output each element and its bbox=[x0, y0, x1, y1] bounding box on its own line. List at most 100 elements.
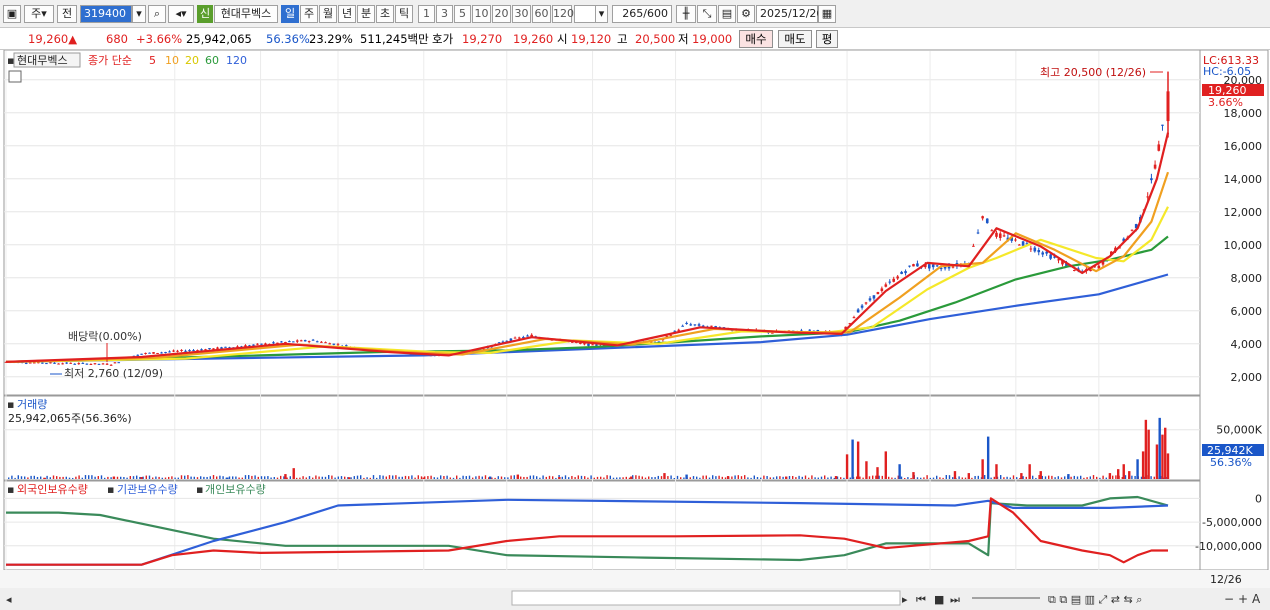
tab-period-5[interactable]: 초 bbox=[376, 5, 394, 23]
candle-body bbox=[200, 349, 203, 351]
interval-dropdown-icon[interactable]: ▾ bbox=[595, 5, 608, 23]
candle-body bbox=[860, 305, 864, 308]
eval-button[interactable]: 평 bbox=[816, 30, 838, 48]
volume-bar-base bbox=[779, 476, 781, 479]
candle-body bbox=[28, 362, 32, 364]
candle-body bbox=[513, 337, 517, 339]
window-icons[interactable]: ⧉ ⧉ ▤ ▥ ⤢ ⇄ ⇆ ⌕ bbox=[1048, 593, 1142, 606]
volume-bar-base bbox=[385, 476, 387, 479]
volume-panel[interactable] bbox=[3, 395, 1201, 481]
calculator-icon[interactable] bbox=[8, 70, 22, 83]
interval-button-0[interactable]: 1 bbox=[418, 5, 435, 23]
volume-bar-base bbox=[238, 477, 240, 479]
volume-bar-base bbox=[155, 476, 157, 479]
interval-button-1[interactable]: 3 bbox=[436, 5, 453, 23]
code-dropdown-icon[interactable]: ▾ bbox=[132, 5, 146, 23]
tab-period-0[interactable]: 일 bbox=[281, 5, 299, 23]
volume-bar-base bbox=[651, 477, 653, 479]
zoom-in-icon[interactable]: + bbox=[1238, 592, 1248, 606]
volume-bar bbox=[1117, 469, 1120, 479]
tab-period-1[interactable]: 주 bbox=[300, 5, 318, 23]
speaker-icon[interactable]: ◂▾ bbox=[168, 5, 194, 23]
volume-bar-base bbox=[193, 476, 195, 479]
layout-icon[interactable]: ▣ bbox=[3, 5, 21, 23]
calendar-icon[interactable]: ▦ bbox=[818, 5, 836, 23]
interval-button-2[interactable]: 5 bbox=[454, 5, 471, 23]
candle-body bbox=[260, 343, 263, 345]
save-icon[interactable]: ▤ bbox=[718, 5, 736, 23]
axis-info-hc: HC:-6.05 bbox=[1203, 65, 1251, 78]
candle-body bbox=[710, 325, 713, 327]
candle-body bbox=[868, 298, 872, 301]
period-dropdown[interactable]: 주▾ bbox=[24, 5, 54, 23]
dividend-annotation: 배당락(0.00%) bbox=[68, 330, 142, 343]
candle-body bbox=[105, 363, 109, 365]
volume-bar-base bbox=[379, 475, 381, 479]
volume-bar-base bbox=[443, 476, 445, 479]
font-size-icon[interactable]: A bbox=[1252, 592, 1261, 606]
volume-bar-base bbox=[926, 475, 928, 479]
volume-bar-base bbox=[817, 477, 819, 479]
volume-bar-base bbox=[33, 475, 35, 479]
prev-button[interactable]: 전 bbox=[57, 5, 77, 23]
volume-bar bbox=[1158, 417, 1161, 479]
volume-bar bbox=[140, 477, 143, 479]
volume-bar-base bbox=[1006, 476, 1008, 479]
volume-bar-base bbox=[427, 476, 429, 479]
scroll-right-icon[interactable]: ▸ bbox=[902, 593, 908, 606]
volume-bar-base bbox=[177, 477, 179, 479]
chart-area[interactable]: 20,00018,00016,00014,00012,00010,0008,00… bbox=[0, 50, 1270, 610]
last-icon[interactable]: ⏭ bbox=[950, 593, 960, 606]
interval-button-4[interactable]: 20 bbox=[492, 5, 511, 23]
candle-body bbox=[97, 363, 101, 365]
interval-button-5[interactable]: 30 bbox=[512, 5, 531, 23]
price-tick-3: 14,000 bbox=[1224, 173, 1263, 186]
zoom-out-icon[interactable]: − bbox=[1224, 592, 1234, 606]
date-input[interactable]: 2025/12/26 bbox=[756, 5, 823, 23]
volume-bar-base bbox=[75, 476, 77, 479]
volume-bar-base bbox=[1115, 475, 1117, 479]
first-icon[interactable]: ⏮ bbox=[916, 593, 926, 606]
sell-button[interactable]: 매도 bbox=[778, 30, 812, 48]
volume-bar-base bbox=[1102, 475, 1104, 479]
candle-icon[interactable]: ╫ bbox=[676, 5, 696, 23]
candle-body bbox=[1033, 247, 1037, 252]
volume-bar-base bbox=[1096, 476, 1098, 479]
search-icon[interactable]: ⌕ bbox=[148, 5, 166, 23]
interval-button-6[interactable]: 60 bbox=[532, 5, 551, 23]
candle-body bbox=[884, 284, 888, 287]
candle-body bbox=[904, 271, 907, 274]
volume-bar-base bbox=[308, 476, 311, 479]
candle-body bbox=[685, 322, 688, 324]
volume-bar-base bbox=[206, 476, 208, 479]
tab-period-6[interactable]: 틱 bbox=[395, 5, 413, 23]
volume-bar-base bbox=[299, 477, 301, 479]
tab-period-3[interactable]: 년 bbox=[338, 5, 356, 23]
gear-icon[interactable]: ⚙ bbox=[737, 5, 755, 23]
volume-bar-base bbox=[504, 477, 506, 479]
scrollbar-thumb[interactable] bbox=[511, 590, 901, 606]
volume-bar-base bbox=[456, 475, 458, 479]
scroll-left-icon[interactable]: ◂ bbox=[6, 593, 12, 606]
tools-icon[interactable]: ⤡ bbox=[697, 5, 717, 23]
interval-button-3[interactable]: 10 bbox=[472, 5, 491, 23]
code-input[interactable]: 319400 bbox=[80, 5, 132, 23]
interval-button-7[interactable]: 120 bbox=[552, 5, 574, 23]
volume-bar bbox=[1067, 474, 1070, 479]
volume-bar-base bbox=[376, 477, 378, 479]
volume-bar-base bbox=[1076, 476, 1079, 479]
candle-body bbox=[295, 340, 299, 342]
tab-period-4[interactable]: 분 bbox=[357, 5, 375, 23]
volume-bar-base bbox=[372, 475, 375, 479]
volume-bar-base bbox=[91, 475, 93, 479]
tab-period-2[interactable]: 월 bbox=[319, 5, 337, 23]
count-input[interactable]: 265/600 bbox=[612, 5, 672, 23]
stop-icon[interactable]: ■ bbox=[934, 593, 944, 606]
candle-body bbox=[136, 354, 140, 356]
buy-button[interactable]: 매수 bbox=[739, 30, 773, 48]
volume-bar-base bbox=[244, 475, 247, 479]
volume-bar-base bbox=[1124, 475, 1127, 479]
volume-bar-base bbox=[164, 477, 167, 479]
volume-bar bbox=[967, 473, 970, 479]
candle-body bbox=[595, 344, 598, 346]
